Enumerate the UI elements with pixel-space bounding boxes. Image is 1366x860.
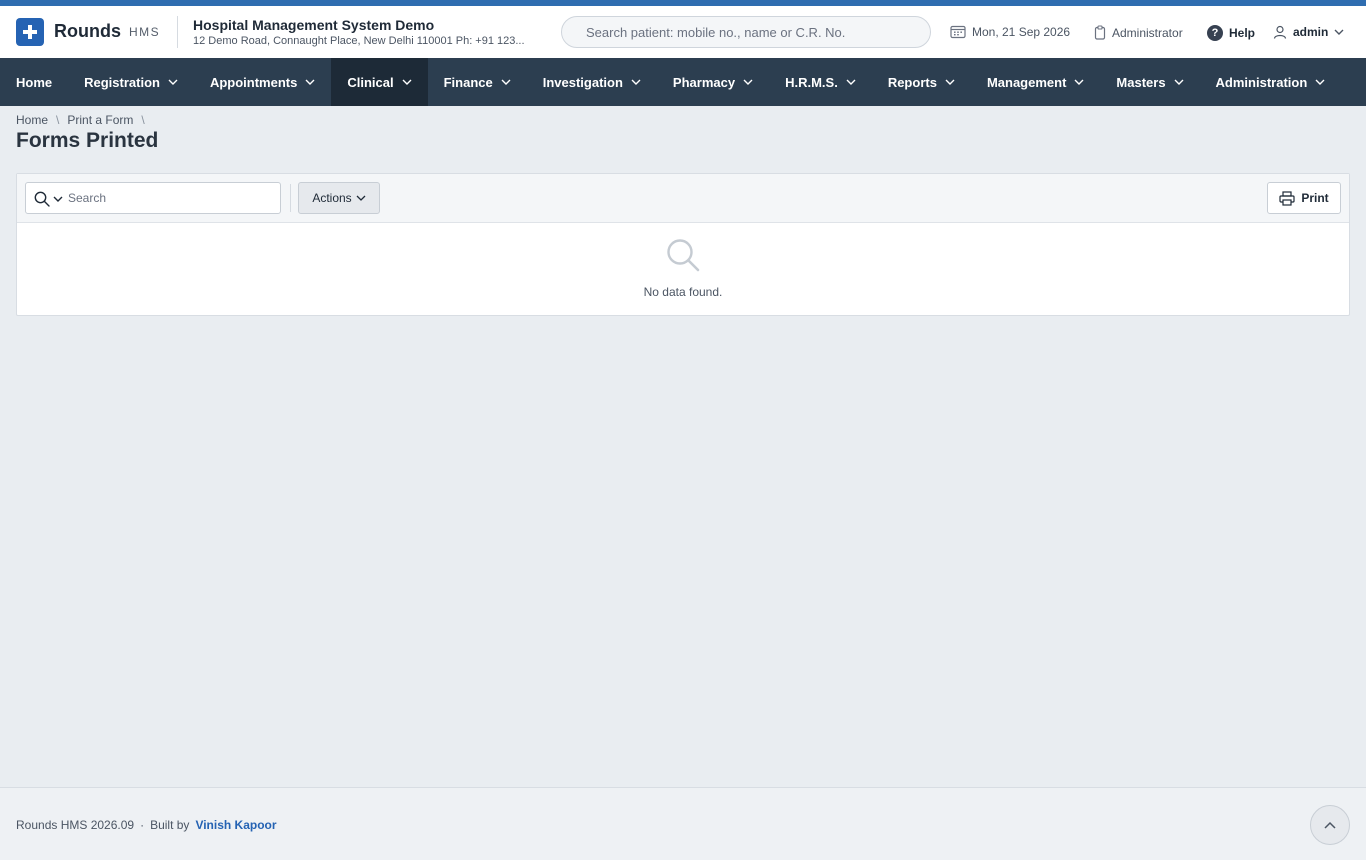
help-link[interactable]: ? Help <box>1207 25 1255 41</box>
chevron-up-icon <box>1324 821 1336 829</box>
role-text: Administrator <box>1112 25 1183 40</box>
chevron-down-icon <box>305 79 315 85</box>
nav-item-label: Appointments <box>209 74 298 90</box>
plus-icon <box>23 25 37 39</box>
nav-item-registration[interactable]: Registration <box>68 58 194 106</box>
nav-item-label: Home <box>16 74 53 90</box>
nav-item-finance[interactable]: Finance <box>428 58 527 106</box>
user-menu[interactable]: admin <box>1273 25 1344 39</box>
footer-dot: · <box>140 818 145 832</box>
clipboard-icon <box>1094 25 1106 40</box>
breadcrumb-separator: \ <box>56 113 60 127</box>
logo-icon[interactable] <box>16 18 44 46</box>
date-display: Mon, 21 Sep 2026 <box>950 25 1070 39</box>
chevron-down-icon <box>402 79 412 85</box>
footer-credits: Rounds HMS 2026.09 · Built by Vinish Kap… <box>16 818 277 832</box>
user-name: admin <box>1293 25 1329 39</box>
brand-sub: HMS <box>129 25 161 39</box>
footer-built-by: Built by <box>150 818 190 832</box>
breadcrumb-item[interactable]: Home <box>16 113 48 127</box>
search-filter-toggle[interactable] <box>34 191 63 207</box>
scroll-to-top-button[interactable] <box>1310 805 1350 845</box>
toolbar-divider <box>290 184 291 212</box>
nav-item-administration[interactable]: Administration <box>1200 58 1342 106</box>
nav-item-label: Clinical <box>347 74 394 90</box>
nav-item-masters[interactable]: Masters <box>1100 58 1199 106</box>
chevron-down-icon <box>945 79 955 85</box>
nav-item-label: Pharmacy <box>672 74 736 90</box>
chevron-down-icon <box>846 79 856 85</box>
chevron-down-icon <box>1074 79 1084 85</box>
nav-item-label: Masters <box>1116 74 1166 90</box>
nav-item-home[interactable]: Home <box>0 58 68 106</box>
brand-name[interactable]: Rounds <box>54 21 121 42</box>
chevron-down-icon <box>1315 79 1325 85</box>
nav-item-reports[interactable]: Reports <box>872 58 971 106</box>
main-nav: Home Registration Appointments Clinical Fina… <box>0 58 1366 106</box>
date-text: Mon, 21 Sep 2026 <box>972 25 1071 39</box>
nav-item-label: Investigation <box>542 74 623 90</box>
breadcrumb: Home \ Print a Form \ <box>16 113 145 127</box>
breadcrumb-item[interactable]: Print a Form <box>67 113 133 127</box>
search-icon <box>34 191 50 207</box>
chevron-down-icon <box>743 79 753 85</box>
user-icon <box>1273 25 1287 39</box>
nav-item-h-r-m-s[interactable]: H.R.M.S. <box>769 58 872 106</box>
toolbar: Actions Print <box>17 174 1349 223</box>
role-display[interactable]: Administrator <box>1094 25 1183 40</box>
actions-button[interactable]: Actions <box>298 182 380 214</box>
chevron-down-icon <box>1334 29 1344 35</box>
chevron-down-icon <box>168 79 178 85</box>
app-header: Rounds HMS Hospital Management System De… <box>0 6 1366 58</box>
help-icon: ? <box>1207 25 1223 41</box>
nav-item-label: Management <box>986 74 1067 90</box>
calendar-icon <box>950 25 966 39</box>
org-address: 12 Demo Road, Connaught Place, New Delhi… <box>193 35 525 47</box>
chevron-down-icon <box>501 79 511 85</box>
nav-item-management[interactable]: Management <box>971 58 1100 106</box>
nav-item-appointments[interactable]: Appointments <box>194 58 331 106</box>
printer-icon <box>1279 190 1295 206</box>
nav-item-label: Finance <box>443 74 493 90</box>
nav-item-clinical[interactable]: Clinical <box>331 58 428 106</box>
empty-search-icon <box>667 239 700 272</box>
footer-author-link[interactable]: Vinish Kapoor <box>195 818 276 832</box>
org-name: Hospital Management System Demo <box>193 17 435 33</box>
footer: Rounds HMS 2026.09 · Built by Vinish Kap… <box>0 787 1366 860</box>
search-input[interactable] <box>68 183 276 213</box>
nav-item-pharmacy[interactable]: Pharmacy <box>657 58 769 106</box>
chevron-down-icon <box>356 195 366 201</box>
help-text: Help <box>1229 26 1256 40</box>
print-label: Print <box>1301 191 1329 205</box>
nav-item-label: H.R.M.S. <box>785 74 838 90</box>
nav-item-label: Reports <box>887 74 937 90</box>
table-search <box>25 182 281 214</box>
nav-item-label: Registration <box>84 74 160 90</box>
print-button[interactable]: Print <box>1267 182 1341 214</box>
footer-version: Rounds HMS 2026.09 <box>16 818 135 832</box>
patient-search-input[interactable] <box>561 16 931 48</box>
empty-state-message: No data found. <box>643 285 723 299</box>
header-divider <box>177 16 178 48</box>
nav-item-label: Administration <box>1215 74 1308 90</box>
chevron-down-icon <box>631 79 641 85</box>
forms-panel: Actions Print No data found. <box>16 173 1350 316</box>
nav-item-investigation[interactable]: Investigation <box>527 58 657 106</box>
chevron-down-icon <box>1174 79 1184 85</box>
actions-label: Actions <box>312 191 352 205</box>
page-title: Forms Printed <box>16 129 159 152</box>
breadcrumb-separator: \ <box>141 113 145 127</box>
chevron-down-icon <box>53 196 63 202</box>
